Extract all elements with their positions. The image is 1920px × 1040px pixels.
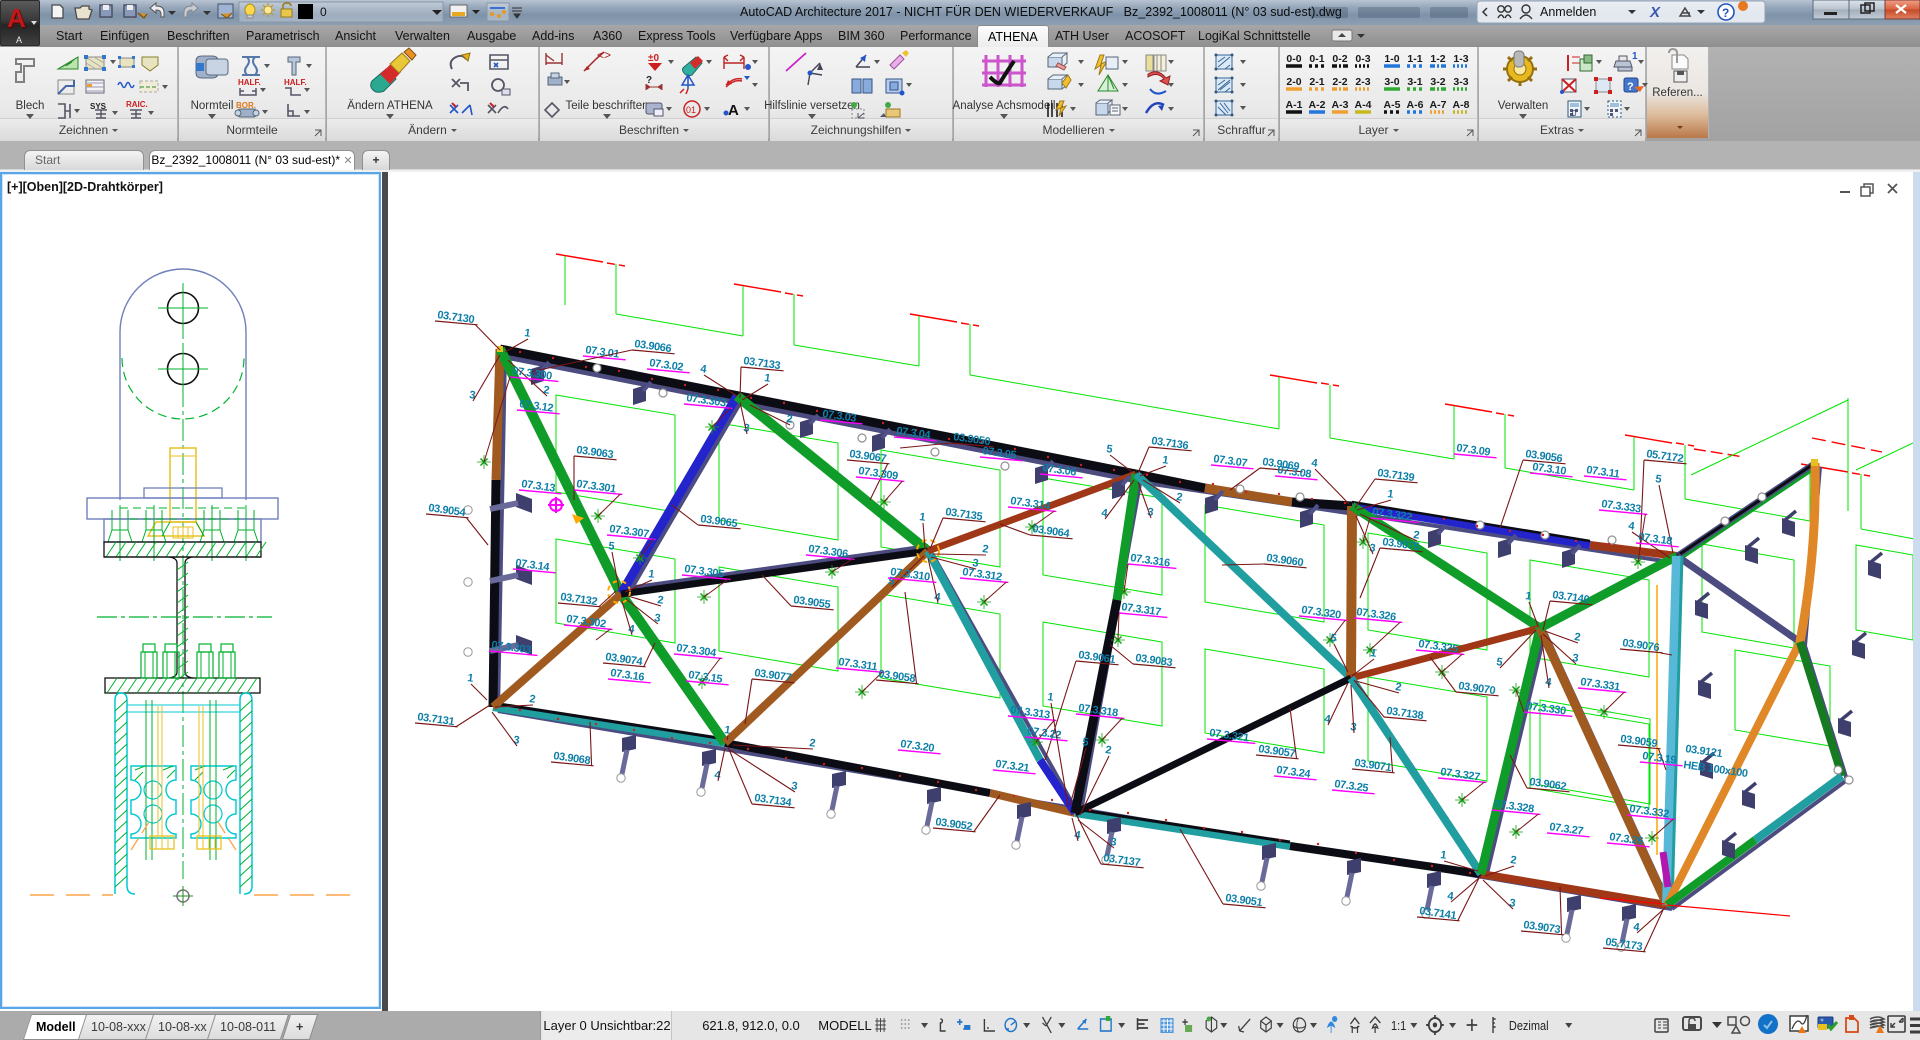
svg-text:A: A — [7, 3, 26, 33]
svg-text:?: ? — [1722, 6, 1729, 20]
svg-text:0-3: 0-3 — [1355, 53, 1370, 65]
svg-text:1: 1 — [1440, 849, 1448, 862]
svg-text:1: 1 — [524, 327, 532, 340]
svg-text:2-2: 2-2 — [1332, 76, 1347, 88]
svg-text:1: 1 — [467, 672, 475, 685]
svg-text:1-3: 1-3 — [1453, 53, 1468, 65]
svg-text:A-2: A-2 — [1309, 99, 1326, 111]
svg-text:1: 1 — [1632, 51, 1638, 62]
svg-text:2-0: 2-0 — [1286, 76, 1301, 88]
svg-text:4: 4 — [1633, 921, 1642, 934]
svg-text:A-6: A-6 — [1407, 99, 1424, 111]
svg-text:3: 3 — [469, 389, 477, 402]
svg-text:?: ? — [1627, 81, 1634, 93]
svg-text:1: 1 — [1387, 488, 1395, 501]
svg-text:0-0: 0-0 — [1286, 53, 1301, 65]
svg-text:A: A — [728, 102, 739, 119]
svg-text:2: 2 — [1105, 744, 1113, 757]
svg-text:HALF.: HALF. — [238, 78, 261, 87]
svg-text:HALF.: HALF. — [284, 78, 307, 87]
svg-text:Verwalten: Verwalten — [1498, 100, 1549, 112]
svg-text:1: 1 — [1047, 691, 1055, 704]
svg-text:1: 1 — [919, 511, 927, 524]
svg-text:3: 3 — [791, 780, 799, 793]
svg-text:Analyse Achsmodell: Analyse Achsmodell — [953, 100, 1056, 112]
svg-text:Teile beschriften: Teile beschriften — [565, 100, 648, 112]
svg-text:5: 5 — [1330, 632, 1338, 645]
svg-text:A-3: A-3 — [1332, 99, 1349, 111]
svg-text:0-1: 0-1 — [1309, 53, 1324, 65]
svg-text:1: 1 — [648, 568, 656, 581]
svg-text:RAIC.: RAIC. — [126, 100, 148, 109]
svg-text:5: 5 — [1106, 443, 1114, 456]
svg-text:4: 4 — [1628, 520, 1637, 533]
svg-text:X: X — [1649, 4, 1661, 21]
svg-text:Anmelden: Anmelden — [1540, 5, 1596, 19]
svg-text:1:1: 1:1 — [1391, 1019, 1406, 1033]
svg-text:3-3: 3-3 — [1453, 76, 1468, 88]
svg-text:5: 5 — [1496, 656, 1504, 669]
svg-text:3-1: 3-1 — [1407, 76, 1422, 88]
svg-text:2: 2 — [1176, 491, 1184, 504]
svg-text:Normteil: Normteil — [191, 100, 234, 112]
svg-text:5: 5 — [608, 540, 616, 553]
svg-text:Blech: Blech — [16, 100, 45, 112]
svg-text:Ändern ATHENA: Ändern ATHENA — [347, 100, 433, 112]
svg-text:5: 5 — [1655, 473, 1663, 486]
svg-text:1-0: 1-0 — [1384, 53, 1399, 65]
svg-text:<>: <> — [597, 48, 611, 62]
svg-text:0-2: 0-2 — [1332, 53, 1347, 65]
svg-text:A-7: A-7 — [1430, 99, 1447, 111]
svg-text:2: 2 — [1510, 854, 1518, 867]
svg-text:1: 1 — [1370, 647, 1378, 660]
svg-text:A-5: A-5 — [1384, 99, 1401, 111]
svg-text:A-1: A-1 — [1286, 99, 1303, 111]
svg-text:0: 0 — [1572, 109, 1577, 118]
svg-text:Hilfslinie versetzen: Hilfslinie versetzen — [764, 100, 860, 112]
svg-text:4: 4 — [1311, 457, 1320, 470]
svg-text:1-2: 1-2 — [1430, 53, 1445, 65]
svg-text:1: 1 — [1162, 454, 1170, 467]
svg-text:3-2: 3-2 — [1430, 76, 1445, 88]
svg-text:2: 2 — [809, 737, 817, 750]
svg-text:4: 4 — [700, 363, 709, 376]
svg-text:2-1: 2-1 — [1309, 76, 1324, 88]
svg-text:A-4: A-4 — [1355, 99, 1372, 111]
svg-text:A: A — [16, 35, 22, 45]
svg-text:1: 1 — [1525, 590, 1533, 603]
svg-text:4: 4 — [1101, 507, 1110, 520]
svg-text:±0: ±0 — [648, 53, 659, 64]
svg-text:Dezimal: Dezimal — [1509, 1019, 1549, 1033]
svg-text:01: 01 — [686, 105, 696, 115]
svg-text:4: 4 — [1447, 890, 1456, 903]
svg-text:A-8: A-8 — [1453, 99, 1470, 111]
svg-text:1-1: 1-1 — [1407, 53, 1422, 65]
svg-text:2-3: 2-3 — [1355, 76, 1370, 88]
svg-text:0: 0 — [320, 5, 327, 19]
svg-text:3-0: 3-0 — [1384, 76, 1399, 88]
svg-text:2: 2 — [982, 543, 990, 556]
svg-text:2: 2 — [529, 693, 537, 706]
svg-text:03.9121: 03.9121 — [1685, 743, 1724, 760]
svg-text:1: 1 — [764, 372, 772, 385]
